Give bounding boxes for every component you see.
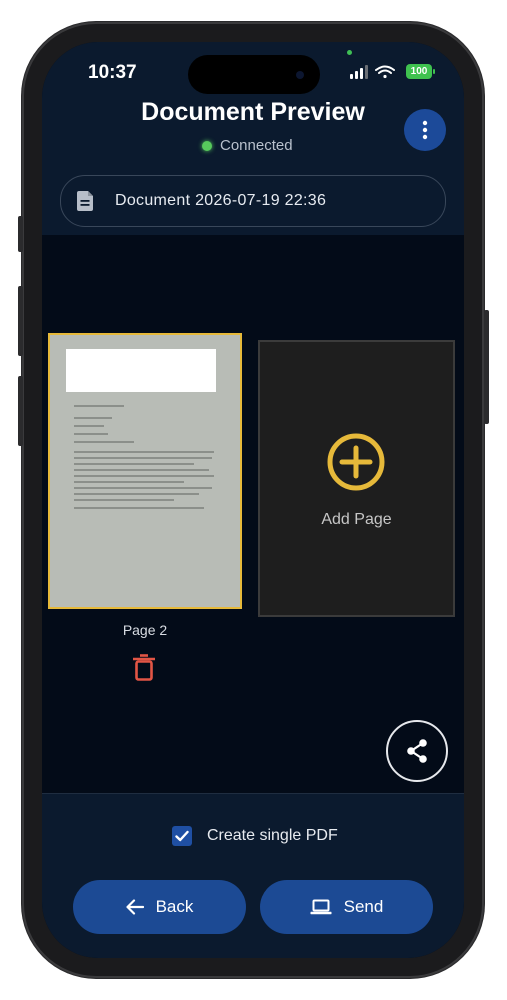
document-name: Document 2026-07-19 22:36 (115, 192, 327, 209)
battery-icon: 100 (406, 64, 432, 79)
power-button (484, 310, 489, 424)
arrow-left-icon (125, 899, 144, 915)
delete-page-button[interactable] (132, 654, 156, 682)
send-button[interactable]: Send (260, 880, 433, 934)
volume-down-button (18, 376, 23, 446)
action-button (18, 216, 23, 252)
add-page-button[interactable]: Add Page (258, 340, 455, 617)
back-button-label: Back (155, 897, 194, 916)
wifi-icon (375, 65, 395, 79)
create-single-pdf-label: Create single PDF (207, 827, 338, 844)
volume-up-button (18, 286, 23, 356)
status-dot-icon (202, 140, 212, 151)
redacted-area (66, 349, 216, 392)
signal-icon (350, 65, 368, 79)
more-options-button[interactable] (404, 109, 446, 151)
share-icon (407, 739, 427, 763)
back-button[interactable]: Back (73, 880, 246, 934)
page-thumbnail[interactable] (48, 333, 242, 609)
status-time: 10:37 (88, 62, 137, 83)
signal-wifi-icons (350, 65, 395, 79)
create-single-pdf-option[interactable]: Create single PDF (172, 826, 338, 846)
app-screen: 10:37 100 Document Preview Connected Doc… (42, 42, 464, 958)
front-camera-icon (296, 71, 304, 79)
connection-status: Connected (202, 137, 293, 154)
connection-status-label: Connected (220, 137, 293, 154)
trash-icon (133, 654, 155, 681)
add-page-label: Add Page (321, 511, 392, 528)
create-single-pdf-checkbox[interactable] (172, 826, 192, 846)
camera-indicator-icon (347, 50, 352, 55)
document-name-field[interactable]: Document 2026-07-19 22:36 (60, 175, 446, 227)
laptop-icon (310, 899, 332, 915)
page-label: Page 2 (122, 622, 168, 638)
send-button-label: Send (343, 897, 384, 916)
page-title: Document Preview (141, 98, 365, 126)
share-button[interactable] (386, 720, 448, 782)
check-icon (175, 830, 189, 842)
battery-tip (433, 69, 435, 74)
document-icon (77, 191, 93, 211)
add-circle-icon (327, 433, 385, 491)
dynamic-island (188, 55, 320, 94)
more-vertical-icon (422, 120, 428, 140)
